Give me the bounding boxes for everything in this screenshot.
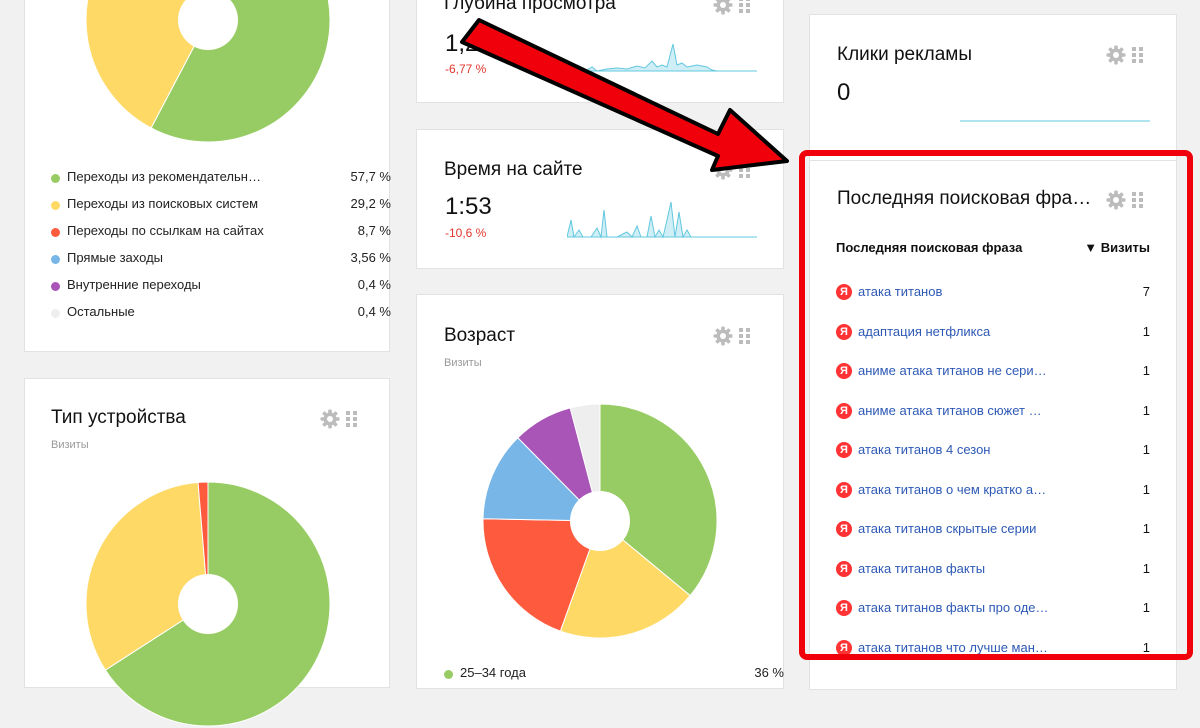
highlight-frame <box>799 150 1193 660</box>
